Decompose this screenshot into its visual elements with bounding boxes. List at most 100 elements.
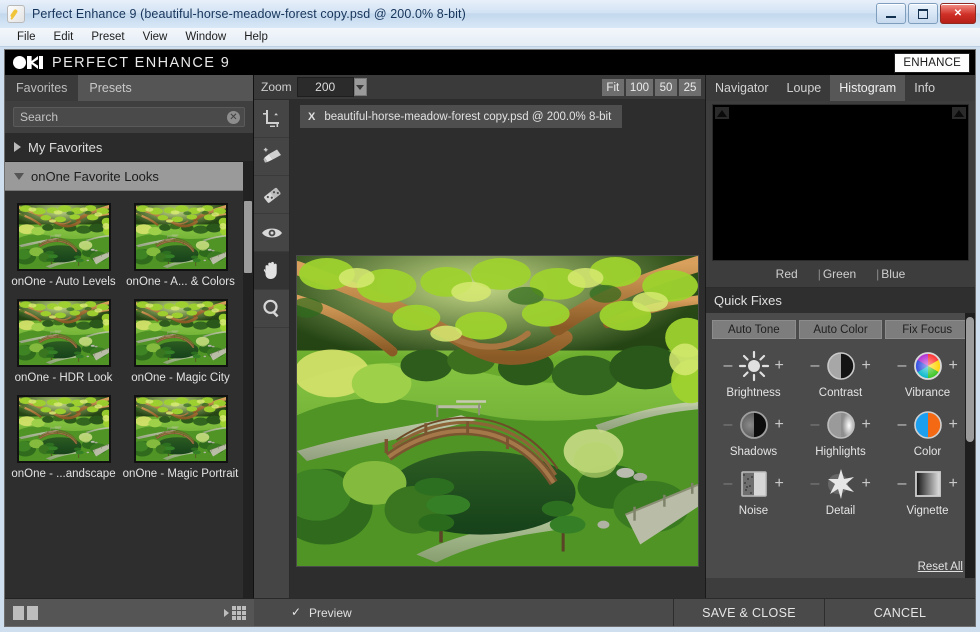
brand-bar: PERFECT ENHANCE 9 ENHANCE <box>5 50 975 75</box>
minimize-button[interactable] <box>876 3 906 24</box>
channel-red[interactable]: Red <box>776 267 798 281</box>
shadows-circle-icon[interactable] <box>737 408 771 442</box>
auto-color-button[interactable]: Auto Color <box>798 320 883 339</box>
highlights-decrease-button[interactable]: – <box>811 417 820 433</box>
preset-item[interactable]: onOne - A... & Colors <box>122 203 239 288</box>
color-decrease-button[interactable]: – <box>898 417 907 433</box>
detail-star-icon[interactable] <box>824 467 858 501</box>
tab-navigator[interactable]: Navigator <box>706 75 778 101</box>
preset-item[interactable]: onOne - Magic Portrait <box>122 395 239 480</box>
color-wheel-icon[interactable] <box>911 349 945 383</box>
preset-label: onOne - Magic City <box>131 372 230 384</box>
zoom-preset-fit[interactable]: Fit <box>601 79 624 96</box>
close-icon[interactable]: X <box>308 111 315 123</box>
checkbox-check-icon: ✓ <box>291 605 302 619</box>
preview-checkbox[interactable]: ✓ Preview <box>254 606 352 620</box>
presets-scrollbar-thumb[interactable] <box>244 201 252 273</box>
group-onone-favorite-looks[interactable]: onOne Favorite Looks <box>5 162 253 191</box>
highlight-clipping-icon[interactable] <box>952 107 966 119</box>
quick-fixes-title: Quick Fixes <box>706 288 975 313</box>
search-input[interactable]: Search ✕ <box>13 107 245 127</box>
zoom-preset-25[interactable]: 25 <box>679 79 701 96</box>
noise-label: Noise <box>738 505 769 517</box>
brightness-increase-button[interactable]: + <box>775 358 784 374</box>
highlights-increase-button[interactable]: + <box>862 417 871 433</box>
contrast-circle-icon[interactable] <box>824 349 858 383</box>
vignette-decrease-button[interactable]: – <box>898 476 907 492</box>
tab-favorites[interactable]: Favorites <box>5 75 79 101</box>
vibrance-decrease-button[interactable]: – <box>898 358 907 374</box>
group-my-favorites[interactable]: My Favorites <box>5 133 253 162</box>
quick-fixes-scrollbar-thumb[interactable] <box>966 317 974 442</box>
vignette-increase-button[interactable]: + <box>949 476 958 492</box>
tab-presets[interactable]: Presets <box>78 75 143 101</box>
preset-item[interactable]: onOne - Auto Levels <box>5 203 122 288</box>
close-circle-icon[interactable]: ✕ <box>227 111 240 124</box>
preset-label: onOne - A... & Colors <box>126 276 235 288</box>
preset-grid: onOne - Auto Levels onOne - A... & Color… <box>5 191 253 491</box>
detail-increase-button[interactable]: + <box>862 476 871 492</box>
tab-loupe[interactable]: Loupe <box>777 75 831 101</box>
preset-thumbnail <box>16 203 111 271</box>
preset-item[interactable]: onOne - Magic City <box>122 299 239 384</box>
tab-histogram[interactable]: Histogram <box>830 75 906 101</box>
menu-view[interactable]: View <box>134 30 177 44</box>
zoom-value-field[interactable]: 200 <box>296 77 354 97</box>
shadows-increase-button[interactable]: + <box>775 417 784 433</box>
enhance-module-button[interactable]: ENHANCE <box>894 53 970 73</box>
crop-tool-button[interactable] <box>254 100 289 138</box>
auto-tone-button[interactable]: Auto Tone <box>712 320 796 339</box>
fix-focus-button[interactable]: Fix Focus <box>885 320 970 339</box>
zoom-preset-50[interactable]: 50 <box>655 79 677 96</box>
shadows-decrease-button[interactable]: – <box>724 417 733 433</box>
sun-icon[interactable] <box>737 349 771 383</box>
zoom-preset-100[interactable]: 100 <box>625 79 653 96</box>
color-increase-button[interactable]: + <box>949 417 958 433</box>
menu-window[interactable]: Window <box>176 30 235 44</box>
contrast-increase-button[interactable]: + <box>862 358 871 374</box>
vibrance-increase-button[interactable]: + <box>949 358 958 374</box>
color-split-icon[interactable] <box>911 408 945 442</box>
zoom-preset-buttons: Fit 100 50 25 <box>601 79 701 96</box>
presets-scrollbar[interactable] <box>243 161 253 626</box>
cancel-button[interactable]: CANCEL <box>824 599 975 626</box>
quick-fixes-scrollbar[interactable] <box>965 313 975 578</box>
reset-all-link[interactable]: Reset All <box>918 561 963 573</box>
save-and-close-button[interactable]: SAVE & CLOSE <box>673 599 824 626</box>
brightness-label: Brightness <box>726 387 781 399</box>
shadow-clipping-icon[interactable] <box>715 107 729 119</box>
maximize-button[interactable] <box>908 3 938 24</box>
menu-help[interactable]: Help <box>235 30 277 44</box>
preset-item[interactable]: onOne - ...andscape <box>5 395 122 480</box>
retouch-brush-tool-button[interactable] <box>254 138 289 176</box>
vignette-square-icon[interactable] <box>911 467 945 501</box>
perfect-eraser-tool-button[interactable] <box>254 176 289 214</box>
inspector-tabs: Navigator Loupe Histogram Info <box>706 75 975 101</box>
highlights-circle-icon[interactable] <box>824 408 858 442</box>
channel-blue[interactable]: | Blue <box>876 267 905 281</box>
tool-palette <box>254 100 290 626</box>
tab-info[interactable]: Info <box>905 75 945 101</box>
red-eye-tool-button[interactable] <box>254 214 289 252</box>
zoom-tool-button[interactable] <box>254 290 289 328</box>
detail-decrease-button[interactable]: – <box>811 476 820 492</box>
group-onone-favorite-looks-label: onOne Favorite Looks <box>31 168 159 184</box>
pan-hand-tool-button[interactable] <box>254 252 289 290</box>
menu-file[interactable]: File <box>8 30 45 44</box>
noise-increase-button[interactable]: + <box>775 476 784 492</box>
document-tab[interactable]: X beautiful-horse-meadow-forest copy.psd… <box>300 105 623 128</box>
grid-view-icon[interactable] <box>224 605 246 620</box>
menu-preset[interactable]: Preset <box>82 30 133 44</box>
menu-edit[interactable]: Edit <box>45 30 83 44</box>
two-up-view-icon[interactable] <box>13 605 38 620</box>
chevron-down-icon[interactable] <box>353 78 367 96</box>
brightness-decrease-button[interactable]: – <box>724 358 733 374</box>
noise-square-icon[interactable] <box>737 467 771 501</box>
contrast-decrease-button[interactable]: – <box>811 358 820 374</box>
image-canvas[interactable]: X beautiful-horse-meadow-forest copy.psd… <box>290 100 705 626</box>
noise-decrease-button[interactable]: – <box>724 476 733 492</box>
close-button[interactable]: ✕ <box>940 3 976 24</box>
channel-green[interactable]: | Green <box>818 267 856 281</box>
preset-item[interactable]: onOne - HDR Look <box>5 299 122 384</box>
chevron-right-icon <box>14 142 21 152</box>
